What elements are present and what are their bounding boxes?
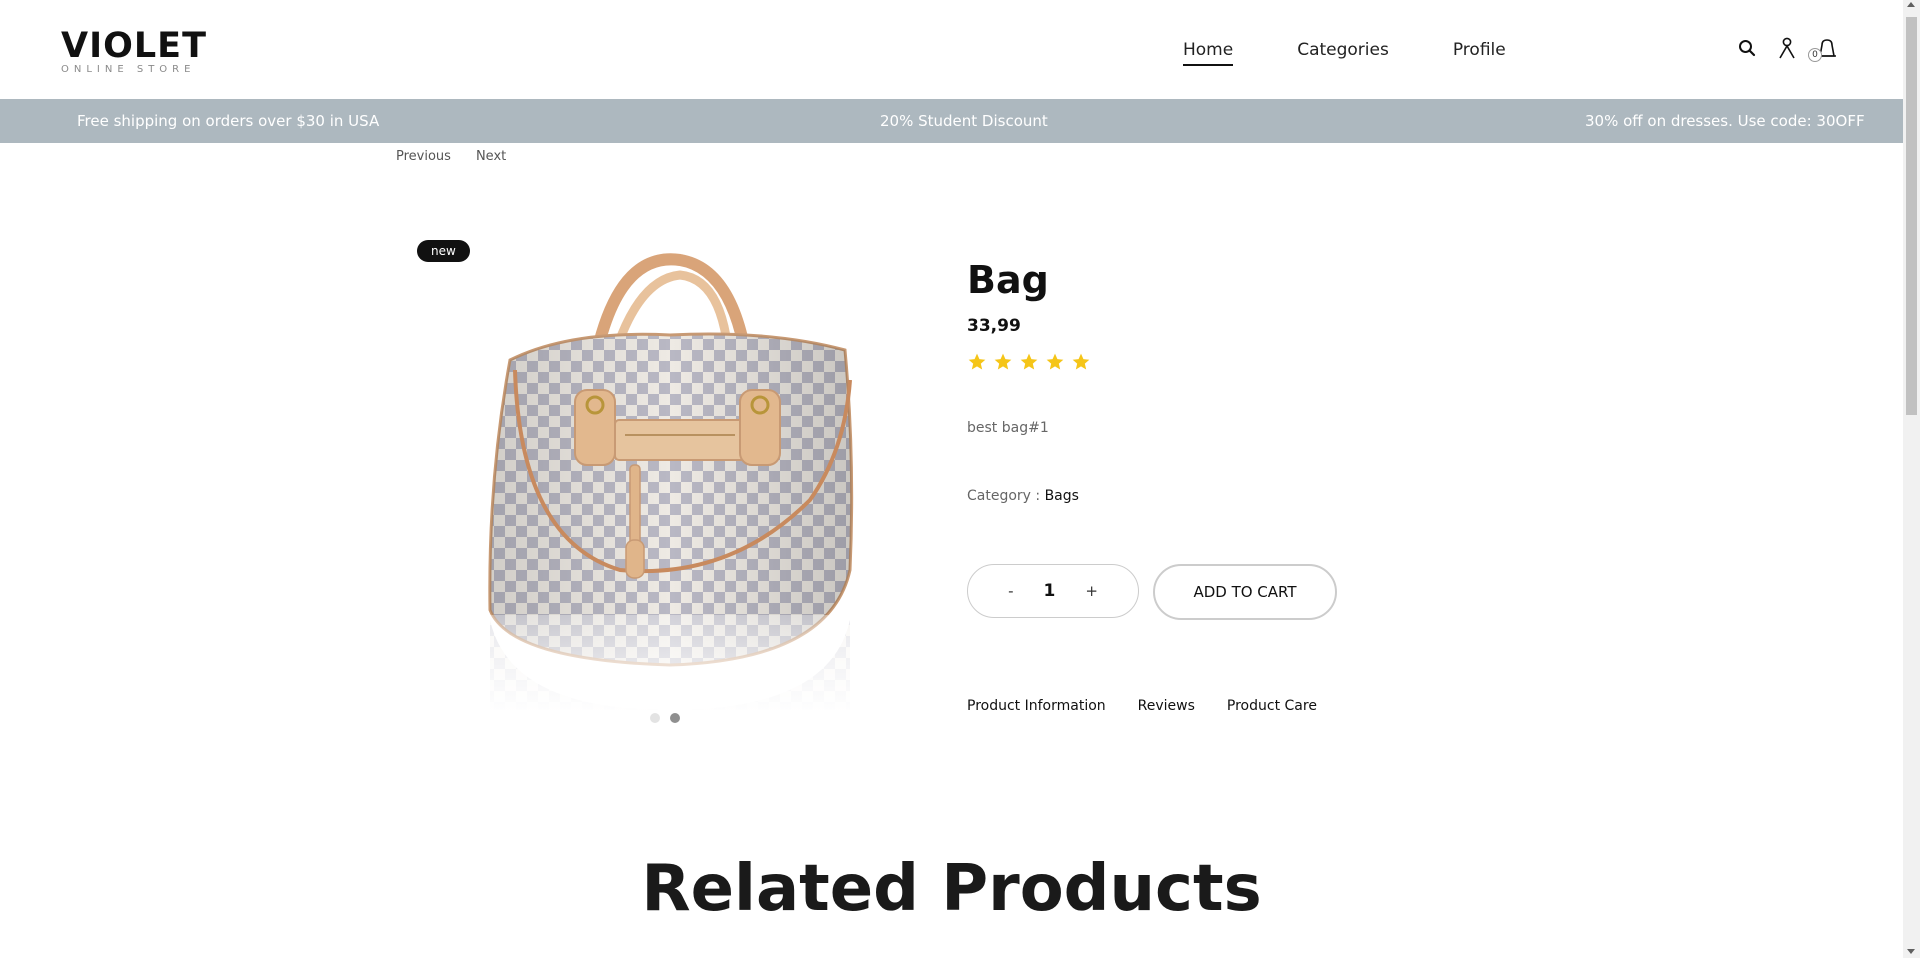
category-link[interactable]: Bags: [1045, 488, 1079, 504]
star-icon: [1046, 353, 1064, 370]
slide-dot[interactable]: [650, 713, 660, 723]
promo-shipping: Free shipping on orders over $30 in USA: [77, 112, 380, 130]
product-image[interactable]: [450, 240, 890, 710]
slide-dot-active[interactable]: [670, 713, 680, 723]
qty-decrease-button[interactable]: -: [1008, 582, 1013, 600]
page-scrollbar[interactable]: [1903, 0, 1920, 958]
star-icon: [1020, 353, 1038, 370]
nav-categories[interactable]: Categories: [1297, 40, 1389, 66]
bag-icon[interactable]: 0: [1808, 36, 1838, 62]
user-icon[interactable]: [1776, 36, 1798, 60]
scroll-up-icon[interactable]: [1907, 2, 1915, 7]
tab-product-care[interactable]: Product Care: [1227, 698, 1317, 714]
nav-home[interactable]: Home: [1183, 40, 1234, 66]
scroll-down-icon[interactable]: [1907, 949, 1915, 954]
related-products-heading: Related Products: [641, 852, 1262, 926]
star-icon: [994, 353, 1012, 370]
qty-increase-button[interactable]: +: [1085, 582, 1098, 600]
product-tabs: Product Information Reviews Product Care: [967, 698, 1317, 714]
product-description: best bag#1: [967, 420, 1049, 436]
logo-tagline: ONLINE STORE: [61, 64, 196, 75]
product-details: Bag 33,99 best bag#1 Category : Bags - 1…: [967, 258, 1487, 714]
promo-dresses: 30% off on dresses. Use code: 30OFF: [1585, 112, 1865, 130]
qty-value[interactable]: 1: [1044, 581, 1056, 601]
add-to-cart-button[interactable]: ADD TO CART: [1153, 564, 1337, 620]
logo-name: VIOLET: [61, 26, 207, 66]
tab-product-information[interactable]: Product Information: [967, 698, 1106, 714]
promo-student: 20% Student Discount: [880, 112, 1048, 130]
product-price: 33,99: [967, 316, 1021, 336]
tab-reviews[interactable]: Reviews: [1138, 698, 1195, 714]
rating-stars: [967, 352, 1487, 372]
product-gallery: new: [410, 230, 900, 770]
next-link[interactable]: Next: [476, 149, 506, 164]
promo-bar: Free shipping on orders over $30 in USA …: [0, 99, 1903, 143]
cart-count-badge: 0: [1808, 48, 1822, 62]
slide-dots: [650, 713, 680, 723]
product-category: Category : Bags: [967, 488, 1487, 504]
nav-profile[interactable]: Profile: [1453, 40, 1506, 66]
star-icon: [968, 353, 986, 370]
product-title: Bag: [967, 258, 1049, 302]
main-nav: Home Categories Profile: [1183, 40, 1570, 66]
scroll-thumb[interactable]: [1906, 17, 1917, 415]
site-header: VIOLET ONLINE STORE Home Categories Prof…: [0, 0, 1903, 99]
search-icon[interactable]: [1736, 36, 1758, 60]
buy-row: - 1 + ADD TO CART: [967, 564, 1337, 620]
logo[interactable]: VIOLET ONLINE STORE: [61, 26, 207, 75]
product-pager: Previous Next: [396, 149, 506, 164]
previous-link[interactable]: Previous: [396, 149, 451, 164]
header-icons: 0: [1736, 36, 1838, 62]
star-icon: [1072, 353, 1090, 370]
category-label: Category :: [967, 488, 1041, 504]
quantity-stepper: - 1 +: [967, 564, 1139, 618]
